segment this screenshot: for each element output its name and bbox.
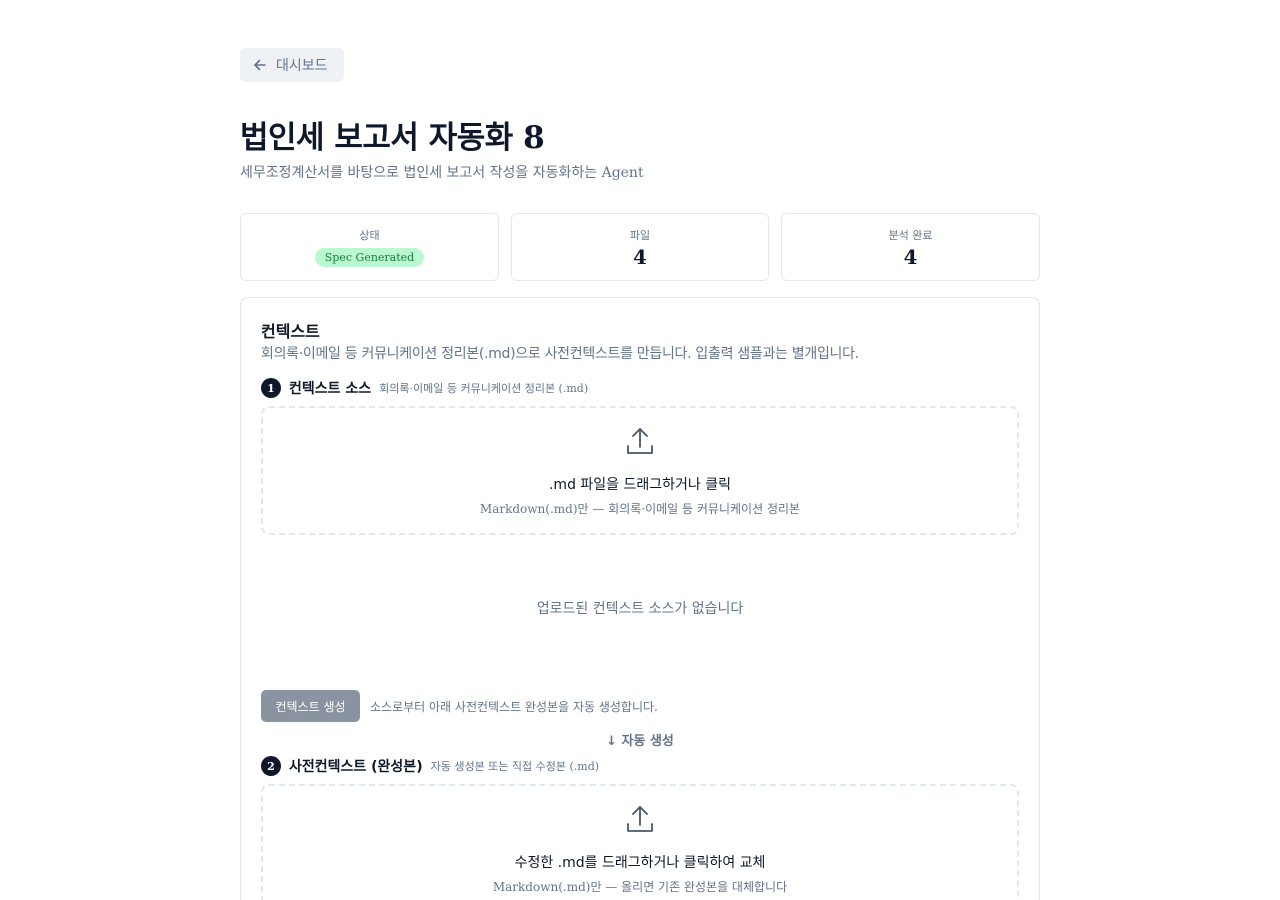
- status-card: 상태 Spec Generated: [240, 213, 499, 281]
- step2-hint: 자동 생성본 또는 직접 수정본 (.md): [430, 760, 600, 773]
- precontext-dropzone[interactable]: 수정한 .md를 드래그하거나 클릭하여 교체 Markdown(.md)만 —…: [261, 784, 1019, 900]
- analyzed-label: 분석 완료: [888, 229, 933, 242]
- generate-context-button[interactable]: 컨텍스트 생성: [261, 690, 360, 722]
- analyzed-count: 4: [903, 245, 918, 269]
- auto-generate-label: ↓ 자동 생성: [606, 734, 674, 749]
- context-panel: 컨텍스트 회의록·이메일 등 커뮤니케이션 정리본(.md)으로 사전컨텍스트를…: [240, 297, 1040, 900]
- dropzone-sub-text: Markdown(.md)만 — 올리면 기존 완성본을 대체합니다: [492, 880, 788, 894]
- page-title: 법인세 보고서 자동화 8: [240, 112, 545, 157]
- upload-icon: [627, 428, 653, 454]
- analyzed-card: 분석 완료 4: [781, 213, 1040, 281]
- status-label: 상태: [359, 229, 380, 242]
- page-subtitle: 세무조정계산서를 바탕으로 법인세 보고서 작성을 자동화하는 Agent: [240, 165, 644, 181]
- step1-hint: 회의록·이메일 등 커뮤니케이션 정리본 (.md): [379, 382, 589, 395]
- files-count: 4: [633, 245, 647, 269]
- step1-title: 컨텍스트 소스: [289, 381, 372, 397]
- page-title-text: 법인세 보고서 자동화: [240, 120, 513, 156]
- generate-context-hint: 소스로부터 아래 사전컨텍스트 완성본을 자동 생성합니다.: [370, 700, 658, 714]
- step2-number: 2: [261, 756, 281, 776]
- context-title: 컨텍스트: [261, 322, 320, 341]
- upload-icon: [627, 806, 653, 832]
- step1-number: 1: [261, 378, 281, 398]
- dropzone-main-text: .md 파일을 드래그하거나 클릭: [548, 477, 731, 493]
- dropzone-main-text: 수정한 .md를 드래그하거나 클릭하여 교체: [514, 855, 766, 871]
- context-description: 회의록·이메일 등 커뮤니케이션 정리본(.md)으로 사전컨텍스트를 만듭니다…: [261, 346, 859, 362]
- empty-sources-message: 업로드된 컨텍스트 소스가 없습니다: [536, 601, 744, 617]
- status-badge: Spec Generated: [314, 248, 425, 267]
- files-label: 파일: [629, 229, 651, 242]
- dropzone-sub-text: Markdown(.md)만 — 회의록·이메일 등 커뮤니케이션 정리본: [479, 502, 801, 516]
- step2-header: 2 사전컨텍스트 (완성본) 자동 생성본 또는 직접 수정본 (.md): [261, 756, 599, 776]
- step1-header: 1 컨텍스트 소스 회의록·이메일 등 커뮤니케이션 정리본 (.md): [261, 378, 588, 398]
- context-source-dropzone[interactable]: .md 파일을 드래그하거나 클릭 Markdown(.md)만 — 회의록·이…: [261, 406, 1019, 535]
- arrow-left-icon: [254, 59, 266, 71]
- files-card: 파일 4: [511, 213, 769, 281]
- page-title-number: 8: [523, 120, 545, 156]
- step2-title: 사전컨텍스트 (완성본): [289, 759, 423, 775]
- back-label: 대시보드: [276, 58, 328, 74]
- back-to-dashboard-button[interactable]: 대시보드: [240, 48, 344, 82]
